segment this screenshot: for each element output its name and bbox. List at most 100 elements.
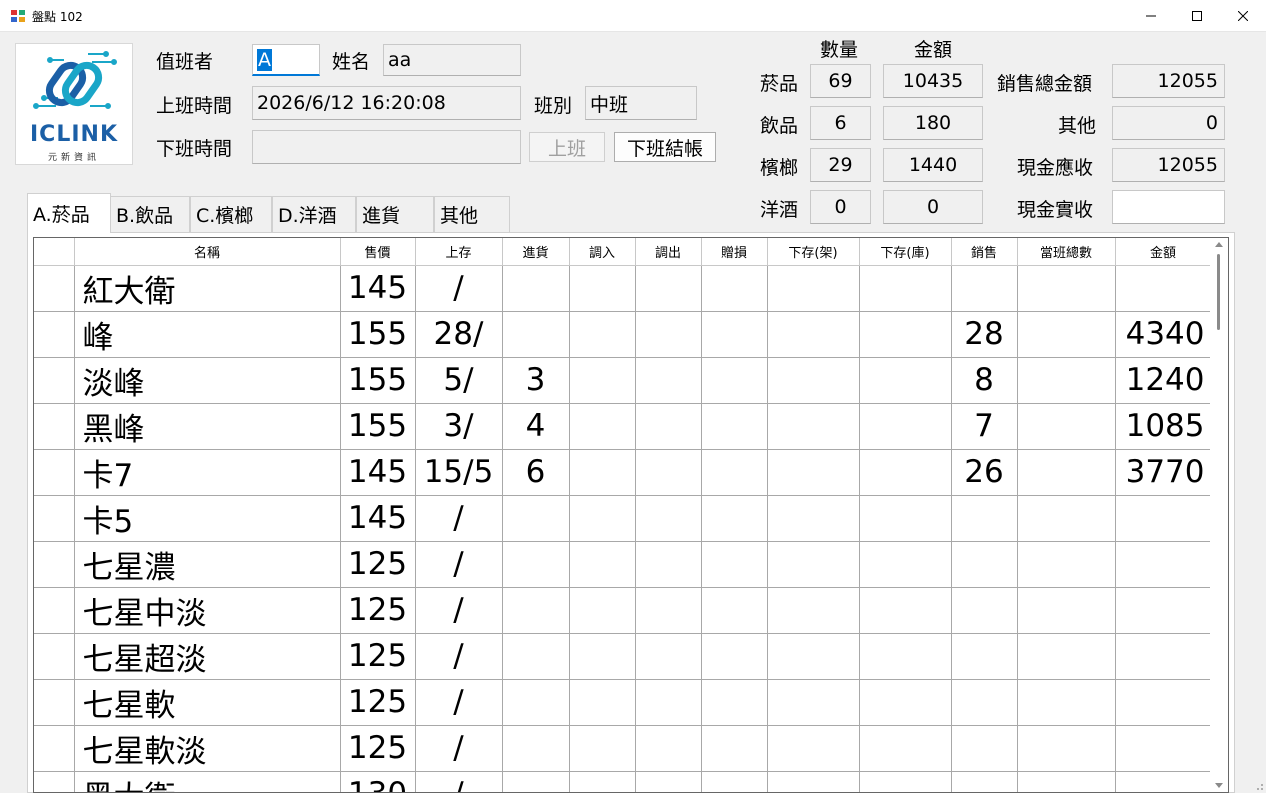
resize-grip-icon[interactable]	[1254, 781, 1264, 791]
cell-shift-total[interactable]	[1017, 541, 1116, 588]
table-row[interactable]: 黑大衛130/	[34, 771, 1212, 792]
cell-amount[interactable]: 1240	[1115, 357, 1212, 404]
cell-gift-loss[interactable]	[701, 771, 768, 792]
cell-shelf-stock[interactable]	[767, 449, 860, 496]
cell-gift-loss[interactable]	[701, 633, 768, 680]
table-row[interactable]: 卡5 145/	[34, 495, 1212, 542]
cell-shelf-stock[interactable]	[767, 541, 860, 588]
cell-price[interactable]: 125	[340, 541, 416, 588]
table-row[interactable]: 七星軟 125/	[34, 679, 1212, 726]
column-header-row-header[interactable]	[34, 238, 75, 266]
cell-prev-stock[interactable]: 5/	[415, 357, 503, 404]
tab-other[interactable]: 其他	[434, 196, 510, 232]
cell-prev-stock[interactable]: /	[415, 771, 503, 792]
cell-row-header[interactable]	[34, 633, 75, 680]
tab-tobacco[interactable]: A.菸品	[27, 193, 111, 233]
cell-gift-loss[interactable]	[701, 541, 768, 588]
cell-sales[interactable]	[951, 771, 1018, 792]
cell-shelf-stock[interactable]	[767, 771, 860, 792]
cell-amount[interactable]	[1115, 587, 1212, 634]
cell-row-header[interactable]	[34, 587, 75, 634]
cell-amount[interactable]	[1115, 541, 1212, 588]
maximize-button[interactable]	[1174, 0, 1220, 32]
minimize-button[interactable]	[1128, 0, 1174, 32]
cell-gift-loss[interactable]	[701, 587, 768, 634]
cell-name[interactable]: 紅大衛	[74, 265, 341, 312]
start-shift-button[interactable]: 上班	[529, 132, 605, 162]
scroll-up-icon[interactable]	[1215, 242, 1223, 247]
cell-price[interactable]: 125	[340, 725, 416, 772]
tab-betel[interactable]: C.檳榔	[190, 196, 272, 232]
cell-price[interactable]: 145	[340, 265, 416, 312]
cell-shift-total[interactable]	[1017, 725, 1116, 772]
cell-sales[interactable]	[951, 495, 1018, 542]
cell-purchase[interactable]	[502, 633, 570, 680]
cell-transfer-in[interactable]	[569, 541, 636, 588]
cell-name[interactable]: 峰	[74, 311, 341, 358]
cell-warehouse-stock[interactable]	[859, 357, 952, 404]
cell-transfer-out[interactable]	[635, 449, 702, 496]
cell-shelf-stock[interactable]	[767, 357, 860, 404]
cell-transfer-in[interactable]	[569, 587, 636, 634]
cell-transfer-out[interactable]	[635, 587, 702, 634]
cell-shelf-stock[interactable]	[767, 403, 860, 450]
cell-warehouse-stock[interactable]	[859, 771, 952, 792]
start-time-field[interactable]: 2026/6/12 16:20:08	[252, 86, 521, 120]
cell-transfer-out[interactable]	[635, 311, 702, 358]
scroll-down-icon[interactable]	[1215, 783, 1223, 788]
tab-purchase[interactable]: 進貨	[356, 196, 434, 232]
cell-name[interactable]: 淡峰	[74, 357, 341, 404]
cell-row-header[interactable]	[34, 725, 75, 772]
cell-transfer-in[interactable]	[569, 771, 636, 792]
operator-input[interactable]: A	[252, 44, 320, 76]
cell-gift-loss[interactable]	[701, 679, 768, 726]
cell-row-header[interactable]	[34, 265, 75, 312]
cell-warehouse-stock[interactable]	[859, 449, 952, 496]
cell-shelf-stock[interactable]	[767, 679, 860, 726]
cell-purchase[interactable]: 3	[502, 357, 570, 404]
cell-warehouse-stock[interactable]	[859, 587, 952, 634]
table-row[interactable]: 淡峰 155 5/3 8 1240	[34, 357, 1212, 404]
cell-price[interactable]: 125	[340, 587, 416, 634]
cell-transfer-in[interactable]	[569, 633, 636, 680]
cell-row-header[interactable]	[34, 679, 75, 726]
cell-gift-loss[interactable]	[701, 495, 768, 542]
cell-transfer-in[interactable]	[569, 311, 636, 358]
cell-gift-loss[interactable]	[701, 449, 768, 496]
cell-gift-loss[interactable]	[701, 725, 768, 772]
cell-sales[interactable]	[951, 587, 1018, 634]
cell-sales[interactable]	[951, 725, 1018, 772]
cell-row-header[interactable]	[34, 541, 75, 588]
cell-warehouse-stock[interactable]	[859, 541, 952, 588]
column-header-transfer-in[interactable]: 調入	[569, 238, 636, 266]
cell-name[interactable]: 七星軟淡	[74, 725, 341, 772]
cell-price[interactable]: 155	[340, 403, 416, 450]
cell-sales[interactable]	[951, 633, 1018, 680]
name-field[interactable]: aa	[383, 44, 521, 76]
cell-prev-stock[interactable]: 3/	[415, 403, 503, 450]
cell-amount[interactable]	[1115, 495, 1212, 542]
column-header-purchase[interactable]: 進貨	[502, 238, 570, 266]
cell-shelf-stock[interactable]	[767, 311, 860, 358]
cell-warehouse-stock[interactable]	[859, 495, 952, 542]
cell-purchase[interactable]	[502, 771, 570, 792]
cell-shift-total[interactable]	[1017, 633, 1116, 680]
cell-shift-total[interactable]	[1017, 771, 1116, 792]
cell-amount[interactable]	[1115, 725, 1212, 772]
cell-amount[interactable]	[1115, 265, 1212, 312]
column-header-shelf-stock[interactable]: 下存(架)	[767, 238, 860, 266]
cell-shift-total[interactable]	[1017, 311, 1116, 358]
shift-field[interactable]: 中班	[585, 86, 697, 120]
cell-warehouse-stock[interactable]	[859, 403, 952, 450]
cell-price[interactable]: 155	[340, 357, 416, 404]
cell-transfer-in[interactable]	[569, 403, 636, 450]
cell-gift-loss[interactable]	[701, 403, 768, 450]
cell-shelf-stock[interactable]	[767, 633, 860, 680]
cell-gift-loss[interactable]	[701, 357, 768, 404]
column-header-warehouse-stock[interactable]: 下存(庫)	[859, 238, 952, 266]
cell-transfer-out[interactable]	[635, 633, 702, 680]
cell-amount[interactable]	[1115, 633, 1212, 680]
cell-sales[interactable]	[951, 679, 1018, 726]
cell-row-header[interactable]	[34, 311, 75, 358]
cell-sales[interactable]	[951, 541, 1018, 588]
